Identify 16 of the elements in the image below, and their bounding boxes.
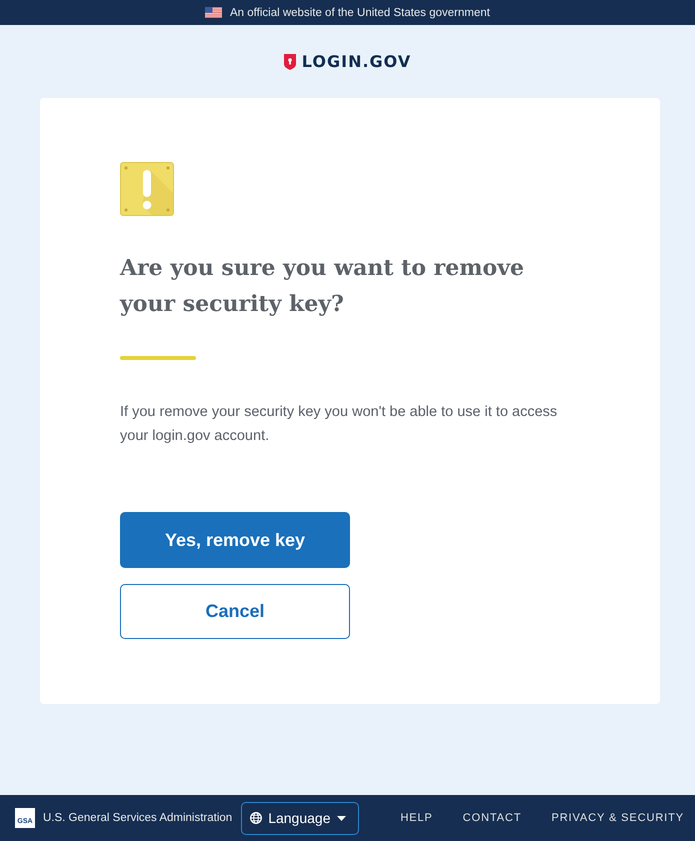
dialog-message: If you remove your security key you won't be able to use it to access your login.gov account. — [120, 403, 558, 446]
caret-icon — [336, 816, 346, 820]
shield-icon — [284, 54, 296, 70]
footer-link[interactable]: CONTACT — [462, 812, 522, 824]
agency-name: U.S. General Services Administration — [43, 812, 232, 824]
language-button[interactable]: Language — [241, 802, 360, 834]
logo-link[interactable]: LOGIN.GOV — [284, 52, 412, 71]
confirm-button[interactable]: Yes, remove key — [120, 512, 350, 568]
globe-icon — [250, 812, 262, 824]
dialog-title: Are you sure you want to remove your security key? — [120, 254, 525, 319]
footer-link[interactable]: HELP — [400, 812, 433, 824]
footer-link[interactable]: PRIVACY & SECURITY — [551, 812, 684, 824]
banner-text: An official website of the United States government — [230, 6, 490, 18]
flag-icon — [205, 7, 222, 18]
warning-icon — [120, 162, 174, 216]
cancel-button[interactable]: Cancel — [120, 584, 350, 639]
